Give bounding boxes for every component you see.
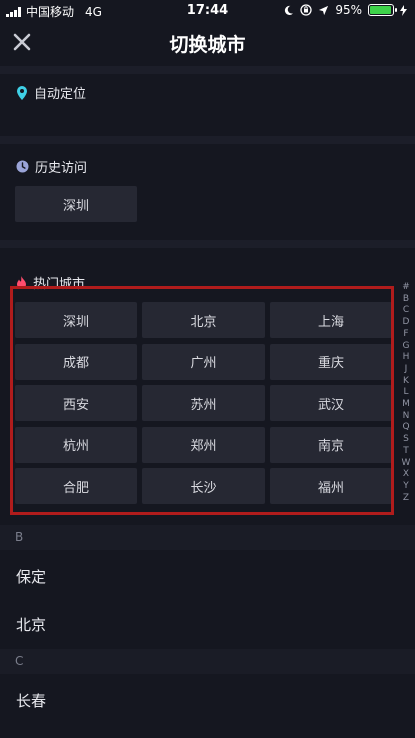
city-list-item[interactable]: 长春 (16, 690, 46, 711)
battery-fill (370, 6, 391, 14)
index-letter[interactable]: K (403, 376, 409, 388)
index-letter[interactable]: M (402, 399, 410, 411)
city-list-item[interactable]: 保定 (16, 566, 46, 587)
index-letter[interactable]: G (403, 341, 410, 353)
index-letter[interactable]: T (403, 446, 409, 458)
index-letter[interactable]: F (403, 329, 408, 341)
index-letter[interactable]: H (403, 352, 410, 364)
page-title: 切换城市 (169, 34, 246, 56)
group-header-b: B (0, 525, 415, 550)
location-arrow-icon (319, 5, 329, 15)
index-letter[interactable]: Q (402, 422, 409, 434)
index-letter[interactable]: Z (403, 493, 409, 505)
divider (0, 66, 415, 74)
index-letter[interactable]: Y (403, 481, 409, 493)
highlight-frame (10, 286, 394, 515)
index-letter[interactable]: N (403, 411, 410, 423)
battery-icon (368, 4, 397, 16)
clock-icon (16, 160, 29, 173)
index-letter[interactable]: C (403, 305, 409, 317)
auto-locate-label: 自动定位 (34, 87, 87, 102)
index-letter[interactable]: S (403, 434, 409, 446)
location-pin-icon (17, 85, 27, 100)
auto-locate-row[interactable]: 自动定位 (16, 83, 86, 102)
index-letter[interactable]: J (405, 364, 408, 376)
divider (0, 136, 415, 144)
city-list-item[interactable]: 北京 (16, 614, 46, 635)
index-letter[interactable]: W (402, 458, 411, 470)
history-label: 历史访问 (35, 161, 88, 176)
index-letter[interactable]: X (403, 469, 409, 481)
battery-percent: 95% (335, 3, 362, 17)
status-right: 95% (283, 3, 407, 17)
index-letter[interactable]: L (403, 387, 408, 399)
status-bar: 中国移动 4G 17:44 95% (0, 0, 415, 20)
index-letter[interactable]: # (402, 282, 410, 294)
moon-icon (285, 5, 294, 15)
history-city-chip[interactable]: 深圳 (15, 186, 137, 222)
charging-icon (400, 4, 407, 16)
index-letter[interactable]: D (403, 317, 410, 329)
history-header: 历史访问 (16, 157, 87, 176)
group-header-c: C (0, 649, 415, 674)
alphabet-index-bar[interactable]: # B C D F G H J K L M N Q S T W X Y Z (399, 282, 413, 504)
orientation-lock-icon (300, 4, 312, 16)
nav-bar: 切换城市 (0, 20, 415, 64)
divider (0, 240, 415, 248)
index-letter[interactable]: B (403, 294, 409, 306)
